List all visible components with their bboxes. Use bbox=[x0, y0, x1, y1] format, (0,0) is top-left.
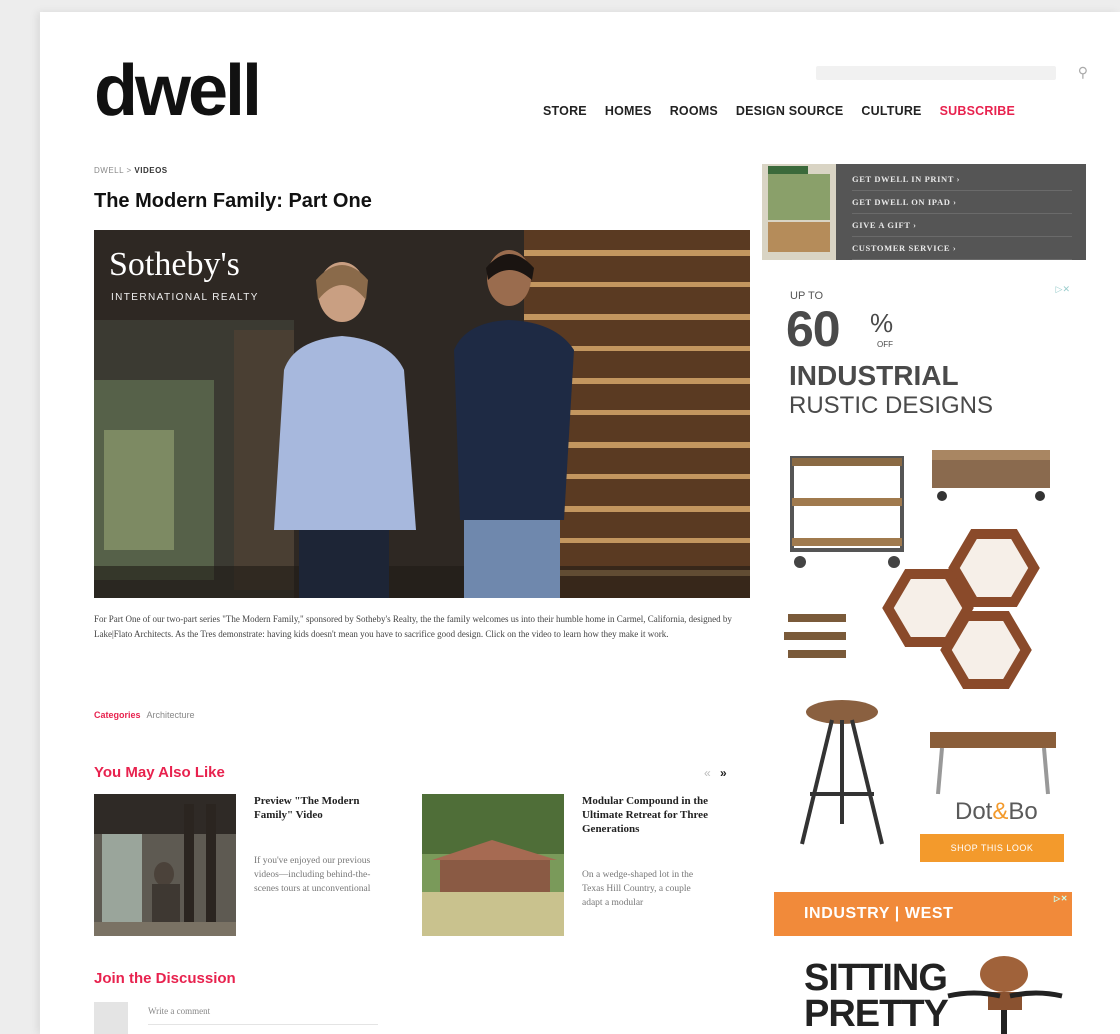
breadcrumb-current[interactable]: VIDEOS bbox=[134, 166, 167, 175]
adchoices-icon[interactable]: ▷✕ bbox=[1056, 284, 1070, 295]
nav-homes[interactable]: HOMES bbox=[605, 104, 652, 118]
shop-this-look-button[interactable]: SHOP THIS LOOK bbox=[920, 834, 1064, 862]
ad-percent: 60 bbox=[786, 301, 841, 357]
discussion-heading: Join the Discussion bbox=[94, 970, 236, 987]
brand-part-c: Bo bbox=[1008, 798, 1038, 825]
sponsor-logo: Sotheby's bbox=[109, 246, 240, 283]
ad2-brand: INDUSTRY | WEST bbox=[804, 905, 954, 922]
search-input[interactable] bbox=[816, 66, 1056, 80]
nav-subscribe[interactable]: SUBSCRIBE bbox=[940, 104, 1015, 118]
related-snippet: If you've enjoyed our previous videos—in… bbox=[254, 856, 371, 894]
divider bbox=[148, 1024, 378, 1025]
brand-part-b: & bbox=[992, 798, 1009, 825]
ad2-headline[interactable]: SITTING PRETTY bbox=[804, 959, 954, 1033]
category-link[interactable]: Architecture bbox=[147, 710, 195, 720]
search-icon[interactable]: ⚲ bbox=[1078, 64, 1088, 81]
related-item[interactable]: Preview "The Modern Family" Video If you… bbox=[94, 794, 394, 936]
nav-design-source[interactable]: DESIGN SOURCE bbox=[736, 104, 843, 118]
related-title[interactable]: Preview "The Modern Family" Video bbox=[254, 794, 394, 822]
nav-rooms[interactable]: ROOMS bbox=[670, 104, 718, 118]
article-description: For Part One of our two-part series "The… bbox=[94, 614, 732, 639]
avatar bbox=[94, 1002, 128, 1034]
related-snippet: On a wedge-shaped lot in the Texas Hill … bbox=[582, 870, 694, 908]
related-thumbnail[interactable] bbox=[422, 794, 564, 936]
categories-label: Categories bbox=[94, 710, 141, 720]
promo-link-service[interactable]: CUSTOMER SERVICE › bbox=[852, 237, 1072, 260]
ad-percent-sign: % bbox=[870, 308, 894, 338]
page-title: The Modern Family: Part One bbox=[94, 190, 372, 212]
next-arrow-icon[interactable]: » bbox=[720, 766, 727, 780]
ad-headline: INDUSTRIAL bbox=[789, 360, 959, 391]
ad-off: OFF bbox=[877, 340, 893, 349]
related-heading: You May Also Like bbox=[94, 764, 225, 781]
dwell-promo[interactable]: GET DWELL IN PRINT › GET DWELL ON IPAD ›… bbox=[762, 164, 1086, 260]
comment-input[interactable]: Write a comment bbox=[148, 1006, 210, 1016]
promo-link-gift[interactable]: GIVE A GIFT › bbox=[852, 214, 1072, 237]
industry-west-ad-bar[interactable]: INDUSTRY | WEST ▷✕ bbox=[774, 892, 1072, 936]
adchoices-icon[interactable]: ▷✕ bbox=[1054, 894, 1068, 904]
video-player[interactable]: Sotheby's INTERNATIONAL REALTY bbox=[94, 230, 750, 598]
breadcrumb: DWELL > VIDEOS bbox=[94, 166, 168, 175]
ad-brand-logo: Dot&Bo bbox=[955, 798, 1038, 826]
video-still bbox=[94, 230, 750, 598]
brand-part-a: Dot bbox=[955, 798, 993, 825]
sponsor-subtitle: INTERNATIONAL REALTY bbox=[111, 292, 259, 303]
categories: Categories Architecture bbox=[94, 710, 195, 720]
related-item[interactable]: Modular Compound in the Ultimate Retreat… bbox=[422, 794, 722, 936]
related-thumbnail[interactable] bbox=[94, 794, 236, 936]
promo-link-print[interactable]: GET DWELL IN PRINT › bbox=[852, 168, 1072, 191]
dot-and-bo-ad[interactable]: ▷✕ UP TO 60 % OFF INDUSTRIAL RUSTIC DESI… bbox=[762, 268, 1086, 868]
prev-arrow-icon[interactable]: « bbox=[704, 766, 711, 780]
nav-culture[interactable]: CULTURE bbox=[861, 104, 921, 118]
ad-subheadline: RUSTIC DESIGNS bbox=[789, 392, 994, 419]
chair-illustration bbox=[947, 956, 1063, 1034]
nav-store[interactable]: STORE bbox=[543, 104, 587, 118]
promo-link-ipad[interactable]: GET DWELL ON IPAD › bbox=[852, 191, 1072, 214]
dwell-logo[interactable]: dwell bbox=[94, 50, 262, 132]
related-pager: « » bbox=[704, 766, 727, 780]
main-nav: STORE HOMES ROOMS DESIGN SOURCE CULTURE … bbox=[543, 104, 1015, 118]
related-title[interactable]: Modular Compound in the Ultimate Retreat… bbox=[582, 794, 722, 836]
search-box[interactable]: ⚲ bbox=[816, 62, 1088, 84]
page: dwell ⚲ STORE HOMES ROOMS DESIGN SOURCE … bbox=[40, 12, 1120, 1034]
magazine-cover[interactable] bbox=[762, 164, 836, 260]
breadcrumb-root[interactable]: DWELL > bbox=[94, 166, 132, 175]
